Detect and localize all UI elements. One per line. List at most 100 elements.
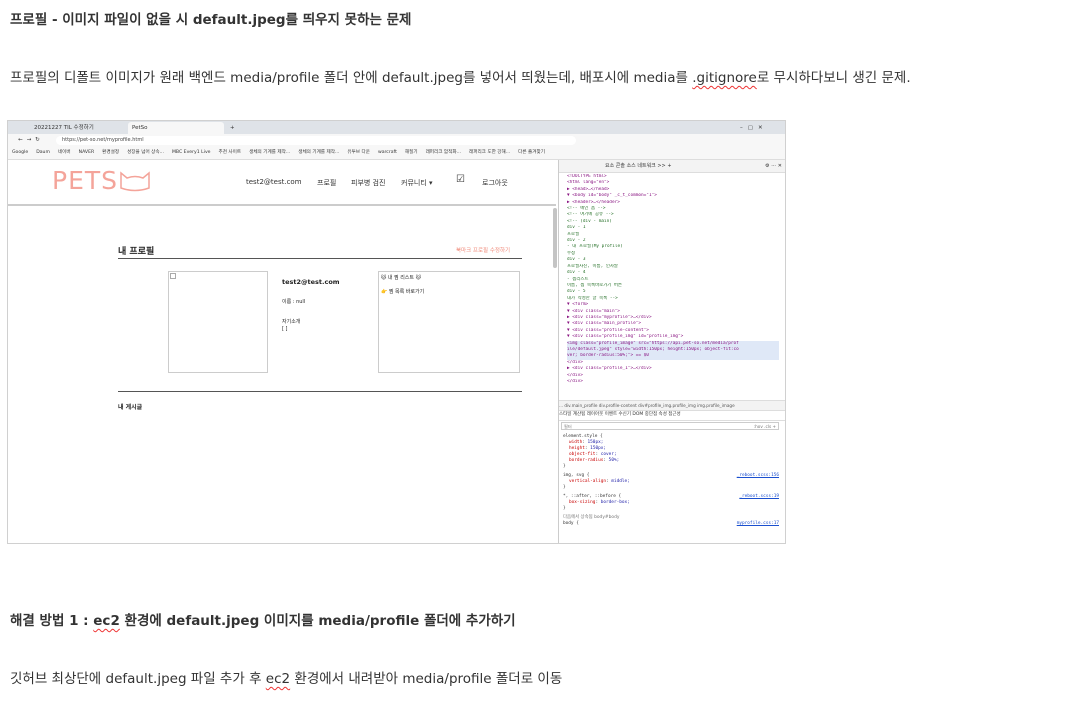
new-tab-icon[interactable]: + [226, 122, 238, 134]
bookmark-item[interactable]: Daum [36, 150, 50, 155]
cat-logo-icon [120, 171, 150, 192]
devtools-close-icon[interactable]: ⚙ ⋯ ✕ [765, 160, 782, 172]
bookmark-item[interactable]: 래퍼리크 도한 강해... [469, 150, 510, 155]
css-property-name: width [569, 440, 583, 445]
profile-email: test2@test.com [282, 278, 340, 286]
css-property-value: 150px; [587, 440, 604, 445]
bookmark-item[interactable]: 환경설정 [102, 150, 119, 155]
write-icon[interactable]: ☑ [456, 174, 465, 185]
embedded-screenshot: 20221227 TIL 수정하기 PetSo + –▢✕ ←→↻ https:… [7, 120, 786, 544]
bookmark-item[interactable]: 성장을 넘어 상속... [127, 150, 164, 155]
bookmark-item[interactable]: 추천 사이트 [219, 150, 242, 155]
article-title: 프로필 - 이미지 파일이 없을 시 default.jpeg를 띄우지 못하는… [10, 12, 412, 28]
paragraph-1: 프로필의 디폴트 이미지가 원래 백엔드 media/profile 폴더 안에… [10, 66, 911, 86]
styles-filter-input[interactable]: 필터 :hov .cls + [561, 422, 779, 430]
nav-email: test2@test.com [246, 178, 302, 186]
css-property-value: 150px; [590, 446, 607, 451]
wish-list-box: 🐱 내 찜 리스트 🐱 👉 찜 목록 바로가기 [378, 271, 520, 373]
rule-img-svg-selector: img, svg { [563, 473, 590, 478]
bookmark-item[interactable]: 다른 즐겨찾기 [518, 150, 545, 155]
rule-img-svg-prop-name: vertical-align [569, 479, 607, 484]
bookmark-item[interactable]: MBC Every1 Live [172, 150, 211, 155]
profile-title: 내 프로필 [118, 247, 155, 257]
posts-title: 내 게시글 [118, 404, 143, 411]
css-property-name: height [569, 446, 585, 451]
paragraph-2-post: 환경에서 내려받아 media/profile 폴더로 이동 [290, 671, 563, 687]
gitignore-text: .gitignore [692, 70, 757, 86]
broken-image-icon [170, 273, 176, 279]
hand-icon: 👉 [381, 289, 388, 295]
css-property-value: cover; [600, 452, 617, 457]
nav-community[interactable]: 커뮤니티 ▾ [401, 178, 433, 188]
url-input[interactable]: https://pet-so.net/myprofile.html [56, 136, 576, 145]
petso-site: PETS test2@test.com 프로필 피부병 검진 커뮤니티 ▾ ☑ … [8, 160, 557, 543]
bookmark-item[interactable]: 네이버 [58, 150, 71, 155]
wish-link-text: 찜 목록 바로가기 [388, 289, 425, 295]
rule-universal-selector: *, ::after, ::before { [563, 494, 622, 499]
bookmark-item[interactable]: NAVER [79, 150, 95, 155]
wish-title: 🐱 내 찜 리스트 🐱 [381, 274, 421, 281]
bookmark-item[interactable]: Google [12, 150, 28, 155]
bookmark-item[interactable]: 래퍼리크 암적화... [426, 150, 461, 155]
wish-link[interactable]: 👉 찜 목록 바로가기 [381, 288, 424, 295]
solution-title-post: 환경에 default.jpeg 이미지를 media/profile 폴더에 … [119, 613, 516, 629]
rule-universal-prop-value: border-box; [600, 500, 630, 505]
devtools-panel: 요소 콘솔 소스 네트워크 >> + ⚙ ⋯ ✕ <!DOCTYPE html> <… [558, 160, 785, 543]
pet-icon-2: 🐱 [415, 275, 421, 281]
rule-img-svg-link[interactable]: _reboot.scss:156 [737, 473, 779, 479]
rule-universal-prop-name: box-sizing [569, 500, 596, 505]
rule-close: } [563, 464, 566, 469]
rule-universal-link[interactable]: _reboot.scss:19 [739, 494, 779, 500]
browser-tab-bar: 20221227 TIL 수정하기 PetSo + –▢✕ [8, 121, 785, 134]
bookmark-item[interactable]: 유투브 다운 [347, 150, 370, 155]
dom-tree[interactable]: <!DOCTYPE html> <html lang="en"> ▶ <head>…… [567, 174, 779, 385]
rule-img-svg-prop-value: middle; [611, 479, 630, 484]
paragraph-1-tail: 로 무시하다보니 생긴 문제. [756, 70, 911, 86]
devtools-tabs[interactable]: 요소 콘솔 소스 네트워크 >> + ⚙ ⋯ ✕ [559, 160, 785, 173]
rule-close-2: } [563, 485, 566, 490]
bookmark-item[interactable]: 해질기 [405, 150, 418, 155]
paragraph-2-ec2: ec2 [265, 671, 291, 687]
address-bar: ←→↻ https://pet-so.net/myprofile.html [8, 134, 785, 147]
logo-text: PETS [52, 166, 119, 195]
rule-close-3: } [563, 506, 566, 511]
profile-intro-label: 자기소개 [282, 319, 301, 325]
bookmark-item[interactable]: 생체의 기계를 제작... [298, 150, 339, 155]
window-controls-icon[interactable]: –▢✕ [736, 122, 782, 134]
paragraph-1-text: 프로필의 디폴트 이미지가 원래 백엔드 media/profile 폴더 안에… [10, 70, 693, 86]
nav-logout[interactable]: 로그아웃 [482, 178, 508, 188]
petso-logo[interactable]: PETS [52, 166, 152, 195]
element-style-props: width: 150px; height: 150px; object-fit: c… [563, 440, 779, 464]
nav-arrows-icon[interactable]: ←→↻ [14, 134, 54, 146]
nav-skin-check[interactable]: 피부병 검진 [351, 178, 385, 188]
posts-divider [118, 391, 522, 392]
bookmark-item[interactable]: 생체의 기계를 제작... [249, 150, 290, 155]
profile-name: 이름 : null [282, 299, 306, 305]
profile-edit-link[interactable]: 북마크 프로필 수정하기 [456, 246, 510, 254]
pet-icon: 🐱 [381, 275, 387, 281]
profile-image-broken [168, 271, 268, 373]
filter-placeholder: 필터 [564, 424, 572, 429]
nav-divider [8, 204, 556, 206]
nav-profile[interactable]: 프로필 [317, 178, 336, 188]
css-property-value: 50%; [608, 458, 620, 463]
devtools-tab-labels: 요소 콘솔 소스 네트워크 >> + [605, 163, 672, 169]
css-property-name: border-radius [569, 458, 604, 463]
solution-title-ec2: ec2 [93, 613, 120, 629]
dom-line[interactable]: </div> [567, 379, 779, 385]
rule-body-selector: body { [563, 521, 579, 526]
styles-tabs[interactable]: 스타일 계산됨 레이아웃 이벤트 수신기 DOM 중단점 속성 접근성 [559, 410, 785, 421]
browser-tab-petso[interactable]: PetSo [128, 122, 224, 134]
css-property-name: object-fit [569, 452, 596, 457]
bookmarks-bar: Google Daum 네이버 NAVER 환경설정 성장을 넘어 상속... MBC Ev… [8, 147, 785, 160]
rule-body-link[interactable]: myprofile.css:17 [737, 521, 779, 527]
paragraph-2-pre: 깃허브 최상단에 default.jpeg 파일 추가 후 [10, 671, 266, 687]
bookmark-item[interactable]: warcraft [378, 150, 397, 155]
profile-divider [118, 258, 522, 259]
solution-title: 해결 방법 1 : ec2 환경에 default.jpeg 이미지를 medi… [10, 609, 516, 629]
page-scrollbar[interactable] [553, 208, 557, 268]
filter-tools[interactable]: :hov .cls + [754, 423, 776, 431]
rule-body: body { myprofile.css:17 [563, 521, 779, 527]
paragraph-2: 깃허브 최상단에 default.jpeg 파일 추가 후 ec2 환경에서 내… [10, 667, 562, 687]
browser-tab-til[interactable]: 20221227 TIL 수정하기 [30, 122, 126, 134]
